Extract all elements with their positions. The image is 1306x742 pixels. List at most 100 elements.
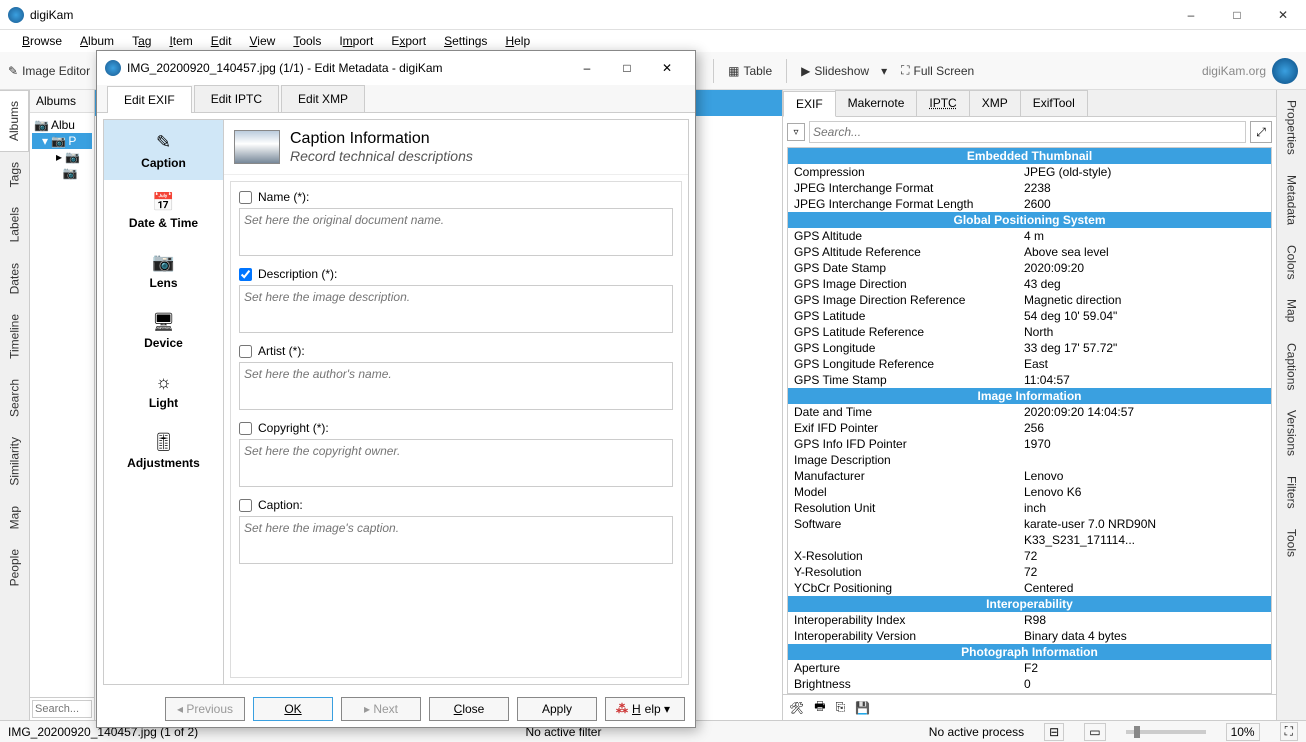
metadata-row[interactable]: ModelLenovo K6 [788, 484, 1271, 500]
metadata-row[interactable]: ApertureF2 [788, 660, 1271, 676]
zoom-slider[interactable] [1126, 730, 1206, 734]
field-textarea[interactable] [239, 208, 673, 256]
metadata-row[interactable]: CompressionJPEG (old-style) [788, 164, 1271, 180]
rvtab-versions[interactable]: Versions [1277, 400, 1306, 466]
field-label[interactable]: Caption: [239, 498, 673, 512]
tool-image-editor[interactable]: ✎ Image Editor [8, 64, 90, 78]
zoom-fit[interactable]: ▭ [1084, 723, 1105, 741]
metadata-row[interactable]: GPS Image Direction ReferenceMagnetic di… [788, 292, 1271, 308]
field-textarea[interactable] [239, 362, 673, 410]
metadata-row[interactable]: Y-Resolution72 [788, 564, 1271, 580]
help-button[interactable]: ⁂ Help ▾ [605, 697, 685, 721]
rvtab-tools[interactable]: Tools [1277, 519, 1306, 567]
menu-edit[interactable]: Edit [203, 32, 240, 50]
vtab-people[interactable]: People [0, 539, 29, 596]
apply-button[interactable]: Apply [517, 697, 597, 721]
field-checkbox[interactable] [239, 191, 252, 204]
metadata-row[interactable]: Interoperability IndexR98 [788, 612, 1271, 628]
vtab-map[interactable]: Map [0, 496, 29, 539]
menu-browse[interactable]: Browse [14, 32, 70, 50]
expand-icon[interactable]: ⤢ [1250, 121, 1272, 143]
rvtab-filters[interactable]: Filters [1277, 466, 1306, 519]
vtab-search[interactable]: Search [0, 369, 29, 427]
field-checkbox[interactable] [239, 268, 252, 281]
menu-import[interactable]: Import [331, 32, 381, 50]
cat-adjustments[interactable]: 🎚Adjustments [104, 420, 223, 480]
metadata-row[interactable]: X-Resolution72 [788, 548, 1271, 564]
vtab-timeline[interactable]: Timeline [0, 304, 29, 369]
menu-export[interactable]: Export [383, 32, 434, 50]
metadata-row[interactable]: GPS Longitude ReferenceEast [788, 356, 1271, 372]
metadata-row[interactable]: JPEG Interchange Format Length2600 [788, 196, 1271, 212]
filter-icon[interactable]: ▿ [787, 123, 805, 141]
vtab-similarity[interactable]: Similarity [0, 427, 29, 496]
menu-tag[interactable]: Tag [124, 32, 159, 50]
menu-help[interactable]: Help [497, 32, 538, 50]
metadata-row[interactable]: Image Description [788, 452, 1271, 468]
album-search-input[interactable] [32, 700, 92, 718]
cat-lens[interactable]: 📷Lens [104, 240, 223, 300]
metadata-row[interactable]: GPS Longitude33 deg 17' 57.72" [788, 340, 1271, 356]
metadata-list[interactable]: Embedded ThumbnailCompressionJPEG (old-s… [787, 147, 1272, 694]
metadata-row[interactable]: JPEG Interchange Format2238 [788, 180, 1271, 196]
prev-button[interactable]: ◂ Previous [165, 697, 245, 721]
field-checkbox[interactable] [239, 499, 252, 512]
metadata-row[interactable]: GPS Time Stamp11:04:57 [788, 372, 1271, 388]
maximize-button[interactable]: □ [1214, 0, 1260, 30]
metadata-row[interactable]: Interoperability VersionBinary data 4 by… [788, 628, 1271, 644]
tab-xmp[interactable]: XMP [969, 90, 1021, 116]
vtab-dates[interactable]: Dates [0, 253, 29, 304]
ok-button[interactable]: OK [253, 697, 333, 721]
metadata-row[interactable]: Softwarekarate-user 7.0 NRD90N K33_S231_… [788, 516, 1271, 548]
tool-icon[interactable]: 🛠 [789, 701, 804, 715]
dialog-close[interactable]: ✕ [647, 53, 687, 83]
field-label[interactable]: Description (*): [239, 267, 673, 281]
tab-iptc[interactable]: IPTC [916, 90, 969, 116]
save-icon[interactable]: 💾 [855, 701, 870, 715]
album-tree[interactable]: 📷 Albu ▾ 📷 P ▸ 📷 📷 [30, 113, 94, 697]
field-textarea[interactable] [239, 439, 673, 487]
rvtab-metadata[interactable]: Metadata [1277, 165, 1306, 235]
next-button[interactable]: ▸ Next [341, 697, 421, 721]
tool-table[interactable]: ▦ Table [728, 64, 772, 78]
vtab-albums[interactable]: Albums [0, 90, 29, 152]
menu-tools[interactable]: Tools [285, 32, 329, 50]
metadata-row[interactable]: Brightness0 [788, 676, 1271, 692]
menu-settings[interactable]: Settings [436, 32, 495, 50]
metadata-row[interactable]: GPS Date Stamp2020:09:20 [788, 260, 1271, 276]
tab-edit-iptc[interactable]: Edit IPTC [194, 85, 279, 112]
rvtab-colors[interactable]: Colors [1277, 235, 1306, 290]
zoom-out[interactable]: ⊟ [1044, 723, 1064, 741]
cat-light[interactable]: ☼Light [104, 360, 223, 420]
field-textarea[interactable] [239, 516, 673, 564]
metadata-row[interactable]: GPS Image Direction43 deg [788, 276, 1271, 292]
tab-edit-exif[interactable]: Edit EXIF [107, 86, 192, 113]
metadata-search-input[interactable] [809, 121, 1246, 143]
metadata-row[interactable]: GPS Altitude4 m [788, 228, 1271, 244]
cat-caption[interactable]: ✎Caption [104, 120, 223, 180]
cat-datetime[interactable]: 📅Date & Time [104, 180, 223, 240]
field-checkbox[interactable] [239, 422, 252, 435]
close-button[interactable]: ✕ [1260, 0, 1306, 30]
tool-slideshow[interactable]: ▶ Slideshow ▾ [801, 64, 887, 78]
menu-view[interactable]: View [242, 32, 284, 50]
field-label[interactable]: Artist (*): [239, 344, 673, 358]
field-textarea[interactable] [239, 285, 673, 333]
cat-device[interactable]: 🖥Device [104, 300, 223, 360]
metadata-row[interactable]: GPS Latitude ReferenceNorth [788, 324, 1271, 340]
rvtab-map[interactable]: Map [1277, 289, 1306, 332]
copy-icon[interactable]: ⎘ [836, 700, 846, 715]
field-checkbox[interactable] [239, 345, 252, 358]
tab-exiftool[interactable]: ExifTool [1020, 90, 1088, 116]
rvtab-captions[interactable]: Captions [1277, 333, 1306, 400]
dialog-maximize[interactable]: □ [607, 53, 647, 83]
zoom-value[interactable]: 10% [1226, 723, 1260, 741]
metadata-row[interactable]: Exif IFD Pointer256 [788, 420, 1271, 436]
field-label[interactable]: Name (*): [239, 190, 673, 204]
vtab-labels[interactable]: Labels [0, 197, 29, 252]
tool-fullscreen[interactable]: ⛶ Full Screen [901, 63, 974, 78]
dialog-minimize[interactable]: – [567, 53, 607, 83]
metadata-row[interactable]: YCbCr PositioningCentered [788, 580, 1271, 596]
metadata-row[interactable]: GPS Info IFD Pointer1970 [788, 436, 1271, 452]
vtab-tags[interactable]: Tags [0, 152, 29, 197]
